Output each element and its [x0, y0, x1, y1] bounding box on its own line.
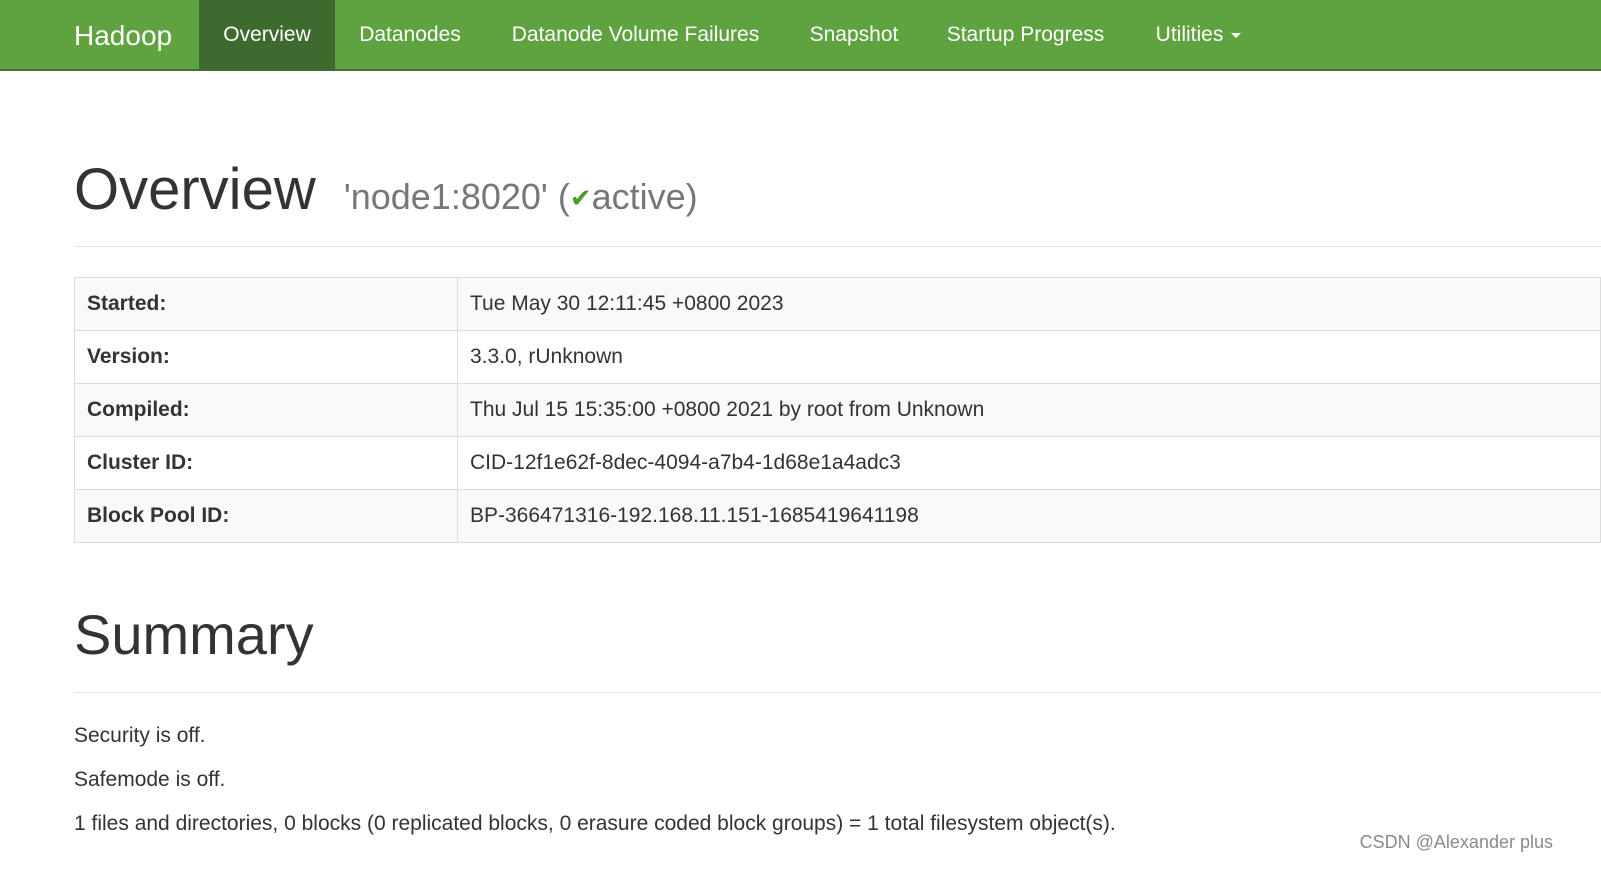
info-value: 3.3.0, rUnknown: [457, 330, 1601, 384]
table-row: Compiled: Thu Jul 15 15:35:00 +0800 2021…: [74, 383, 1601, 437]
table-row: Started: Tue May 30 12:11:45 +0800 2023: [74, 277, 1601, 331]
caret-down-icon: [1231, 32, 1242, 38]
summary-header: Summary: [74, 598, 1601, 693]
info-value: Tue May 30 12:11:45 +0800 2023: [457, 277, 1601, 331]
nav-item-startup-progress[interactable]: Startup Progress: [922, 0, 1129, 70]
nav-item-overview[interactable]: Overview: [199, 0, 335, 70]
info-key: Started:: [74, 277, 458, 331]
node-address: 'node1:8020': [343, 176, 548, 217]
info-key: Compiled:: [74, 383, 458, 437]
table-row: Version: 3.3.0, rUnknown: [74, 330, 1601, 384]
safemode-status: Safemode is off.: [74, 768, 226, 791]
filesystem-objects-summary: 1 files and directories, 0 blocks (0 rep…: [74, 812, 1116, 835]
status-text: active: [591, 176, 686, 217]
nav-item-datanode-volume-failures[interactable]: Datanode Volume Failures: [485, 0, 786, 70]
paren-open: (: [557, 176, 570, 217]
nav-item-utilities[interactable]: Utilities: [1129, 0, 1268, 70]
page-title: Overview 'node1:8020' (✔active): [74, 156, 698, 223]
paren-close: ): [685, 176, 698, 217]
info-value: Thu Jul 15 15:35:00 +0800 2021 by root f…: [457, 383, 1601, 437]
node-status: 'node1:8020' (✔active): [344, 176, 698, 217]
top-navbar: Hadoop Overview Datanodes Datanode Volum…: [0, 0, 1601, 71]
overview-header: Overview 'node1:8020' (✔active): [74, 150, 1601, 247]
table-row: Cluster ID: CID-12f1e62f-8dec-4094-a7b4-…: [74, 436, 1601, 490]
info-key: Version:: [74, 330, 458, 384]
summary-title: Summary: [74, 603, 314, 666]
table-row: Block Pool ID: BP-366471316-192.168.11.1…: [74, 489, 1601, 543]
watermark: CSDN @Alexander plus: [1359, 832, 1553, 852]
info-key: Cluster ID:: [74, 436, 458, 490]
info-key: Block Pool ID:: [74, 489, 458, 543]
overview-title: Overview: [74, 157, 316, 222]
info-value: BP-366471316-192.168.11.151-168541964119…: [457, 489, 1601, 543]
brand-logo[interactable]: Hadoop: [74, 0, 172, 71]
nav-item-datanodes[interactable]: Datanodes: [335, 0, 485, 70]
namenode-info-table: Started: Tue May 30 12:11:45 +0800 2023 …: [74, 277, 1601, 543]
info-value: CID-12f1e62f-8dec-4094-a7b4-1d68e1a4adc3: [457, 436, 1601, 490]
security-status: Security is off.: [74, 724, 206, 747]
checkmark-icon: ✔: [569, 183, 592, 213]
nav-item-snapshot[interactable]: Snapshot: [786, 0, 922, 70]
utilities-label: Utilities: [1155, 23, 1224, 46]
